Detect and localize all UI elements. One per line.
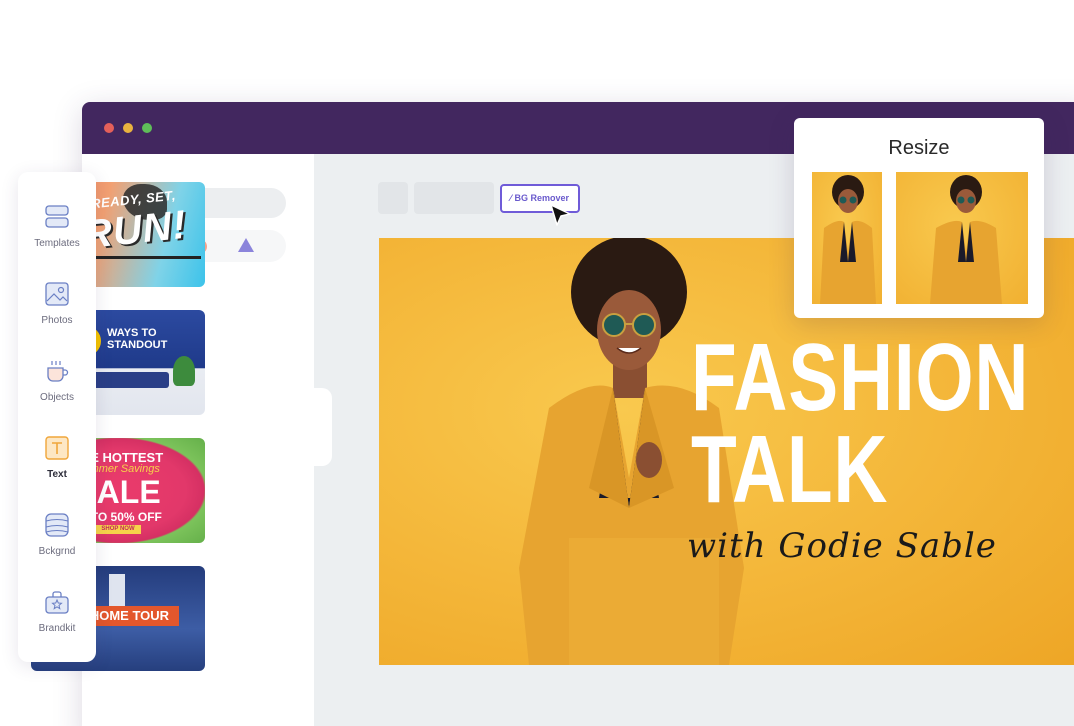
sidebar: Templates Photos Objects Text Bckgrnd Br…: [18, 172, 96, 662]
canvas-headline[interactable]: FASHION TALK: [691, 324, 1030, 523]
sidebar-item-background[interactable]: Bckgrnd: [18, 512, 96, 572]
maximize-window-button[interactable]: [142, 123, 152, 133]
text-icon: [45, 436, 69, 460]
sidebar-item-brandkit[interactable]: Brandkit: [18, 589, 96, 649]
template-text-line: STANDOUT: [107, 339, 168, 351]
mouse-pointer-icon: [550, 204, 571, 226]
toolbar-placeholder-button[interactable]: [414, 182, 494, 214]
sidebar-item-label: Photos: [41, 315, 73, 326]
sidebar-item-templates[interactable]: Templates: [18, 204, 96, 264]
background-icon: [45, 513, 69, 537]
minimize-window-button[interactable]: [123, 123, 133, 133]
sidebar-item-photos[interactable]: Photos: [18, 281, 96, 341]
toolbar-placeholder-button[interactable]: [378, 182, 408, 214]
template-text-line: WAYS TO: [107, 327, 157, 339]
resize-option-portrait[interactable]: [812, 172, 882, 304]
sidebar-item-label: Objects: [40, 392, 74, 403]
template-text: WAYS TO STANDOUT: [107, 327, 167, 351]
model-thumbnail: [930, 175, 1002, 304]
sidebar-item-label: Brandkit: [38, 623, 76, 634]
templates-icon: [45, 205, 69, 228]
magic-wand-icon: ⁄: [510, 193, 512, 203]
template-text: RUN!: [80, 202, 189, 258]
sidebar-item-label: Templates: [34, 238, 80, 249]
template-cta: SHOP NOW: [95, 525, 141, 534]
headline-line: FASHION: [691, 324, 1030, 431]
sidebar-item-label: Text: [47, 469, 67, 480]
canvas-script-text[interactable]: with Godie Sable: [687, 526, 997, 566]
lighthouse-image: [109, 574, 125, 606]
resize-option-square[interactable]: [896, 172, 1028, 304]
triangle-shape-button[interactable]: [238, 238, 254, 252]
plant-image: [173, 356, 195, 386]
close-window-button[interactable]: [104, 123, 114, 133]
model-thumbnail: [820, 175, 876, 304]
headline-line: TALK: [691, 416, 889, 523]
app-stage: READY, SET, RUN! 10 WAYS TO STANDOUT THE…: [0, 0, 1074, 726]
objects-icon: [47, 361, 69, 382]
photos-icon: [45, 282, 69, 306]
brandkit-icon: [45, 591, 69, 614]
sidebar-item-text[interactable]: Text: [18, 435, 96, 495]
resize-panel: Resize: [794, 118, 1044, 318]
panel-collapse-handle[interactable]: [314, 388, 332, 466]
resize-title: Resize: [888, 137, 950, 159]
sidebar-item-label: Bckgrnd: [38, 546, 76, 557]
sidebar-item-objects[interactable]: Objects: [18, 358, 96, 418]
